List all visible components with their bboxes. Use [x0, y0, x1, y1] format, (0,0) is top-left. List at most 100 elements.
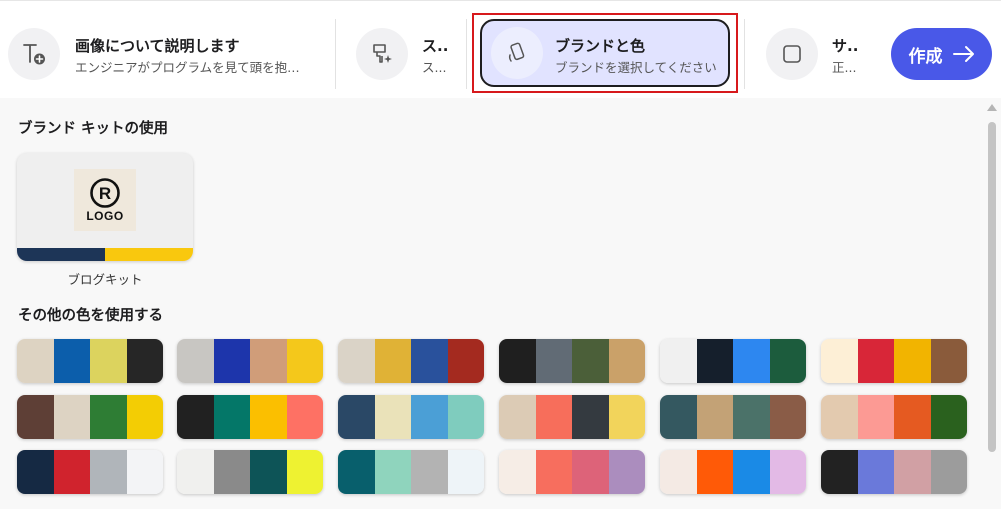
palette-color [499, 395, 536, 439]
step-title: サ.. [832, 37, 859, 55]
color-palette-swatch[interactable] [177, 450, 323, 494]
color-palette-swatch[interactable] [499, 395, 645, 439]
arrow-right-icon [952, 46, 974, 62]
palette-color [857, 339, 894, 383]
divider [744, 19, 745, 89]
step-size[interactable]: サ.. 正... [750, 1, 880, 99]
palette-color [374, 450, 411, 494]
palette-color [733, 339, 770, 383]
palette-color [286, 395, 323, 439]
palette-color [411, 339, 448, 383]
step-title: 画像について説明します [75, 37, 240, 55]
palette-color [250, 395, 287, 439]
palette-color [374, 339, 411, 383]
step-title: ス.. [422, 37, 449, 55]
scroll-up-arrow-icon[interactable] [987, 104, 997, 111]
palette-color [499, 450, 536, 494]
brand-kit-section-title: ブランド キットの使用 [18, 121, 169, 137]
style-brush-icon [356, 28, 408, 80]
palette-color [90, 339, 127, 383]
palette-color [733, 450, 770, 494]
color-palette-swatch[interactable] [177, 395, 323, 439]
palette-color [126, 339, 163, 383]
palette-color [572, 339, 609, 383]
palette-color [286, 339, 323, 383]
palette-color [213, 395, 250, 439]
step-subtitle: ス... [422, 60, 447, 75]
palette-color [338, 339, 375, 383]
kit-color-swatch [17, 248, 105, 261]
color-palette-swatch[interactable] [821, 395, 967, 439]
palette-color [857, 450, 894, 494]
palette-color [696, 339, 733, 383]
palette-color [696, 450, 733, 494]
highlight-frame [472, 13, 738, 93]
palette-color [126, 395, 163, 439]
square-frame-icon [766, 28, 818, 80]
palette-color [411, 450, 448, 494]
color-palette-swatch[interactable] [660, 450, 806, 494]
color-palette-swatch[interactable] [17, 339, 163, 383]
palette-color [608, 395, 645, 439]
color-palette-swatch[interactable] [499, 339, 645, 383]
palette-color [177, 339, 214, 383]
step-describe-image[interactable]: 画像について説明します エンジニアがプログラムを見て頭を抱… [0, 1, 330, 99]
palette-color [17, 395, 54, 439]
color-palette-swatch[interactable] [177, 339, 323, 383]
palette-color [53, 339, 90, 383]
brand-color-panel: ブランド キットの使用 R LOGO ブログキット その他の色を使用する [0, 98, 1001, 509]
palette-color [90, 395, 127, 439]
color-palette-swatch[interactable] [338, 450, 484, 494]
other-colors-section-title: その他の色を使用する [18, 308, 163, 324]
color-palette-swatch[interactable] [660, 339, 806, 383]
color-palette-swatch[interactable] [499, 450, 645, 494]
palette-color [177, 395, 214, 439]
palette-color [660, 450, 697, 494]
palette-color [572, 450, 609, 494]
color-palette-swatch[interactable] [821, 450, 967, 494]
palette-color [535, 339, 572, 383]
palette-color [572, 395, 609, 439]
divider [335, 19, 336, 89]
palette-color [696, 395, 733, 439]
palette-color [930, 395, 967, 439]
palette-color [769, 395, 806, 439]
palette-color [53, 395, 90, 439]
palette-color [894, 450, 931, 494]
palette-color [821, 339, 858, 383]
palette-color [447, 395, 484, 439]
palette-color [213, 450, 250, 494]
color-palette-swatch[interactable] [821, 339, 967, 383]
palette-color [213, 339, 250, 383]
create-button[interactable]: 作成 [891, 28, 992, 80]
create-button-label: 作成 [908, 46, 943, 66]
scrollbar-thumb[interactable] [988, 122, 996, 452]
color-palette-swatch[interactable] [338, 395, 484, 439]
color-palette-swatch[interactable] [17, 395, 163, 439]
palette-color [894, 339, 931, 383]
color-palette-swatch[interactable] [660, 395, 806, 439]
palette-color [411, 395, 448, 439]
palette-color [857, 395, 894, 439]
palette-color [769, 450, 806, 494]
brand-kit-card[interactable]: R LOGO [17, 153, 193, 261]
palette-color [447, 450, 484, 494]
palette-color [338, 395, 375, 439]
palette-color [250, 339, 287, 383]
kit-color-swatch [105, 248, 193, 261]
logo-letter: R [99, 184, 111, 203]
palette-color [930, 450, 967, 494]
color-palette-swatch[interactable] [17, 450, 163, 494]
step-style[interactable]: ス.. ス... [340, 1, 465, 99]
brand-kit-name: ブログキット [67, 272, 143, 287]
color-palette-swatch[interactable] [338, 339, 484, 383]
brand-kit-color-bar [17, 248, 193, 261]
wizard-steps-bar: 画像について説明します エンジニアがプログラムを見て頭を抱… ス.. ス... … [0, 0, 1001, 99]
palette-color [177, 450, 214, 494]
palette-color [374, 395, 411, 439]
brand-logo: R LOGO [74, 169, 136, 231]
palette-color [769, 339, 806, 383]
logo-mark-icon: R [90, 178, 120, 208]
palette-color [733, 395, 770, 439]
palette-color [499, 339, 536, 383]
